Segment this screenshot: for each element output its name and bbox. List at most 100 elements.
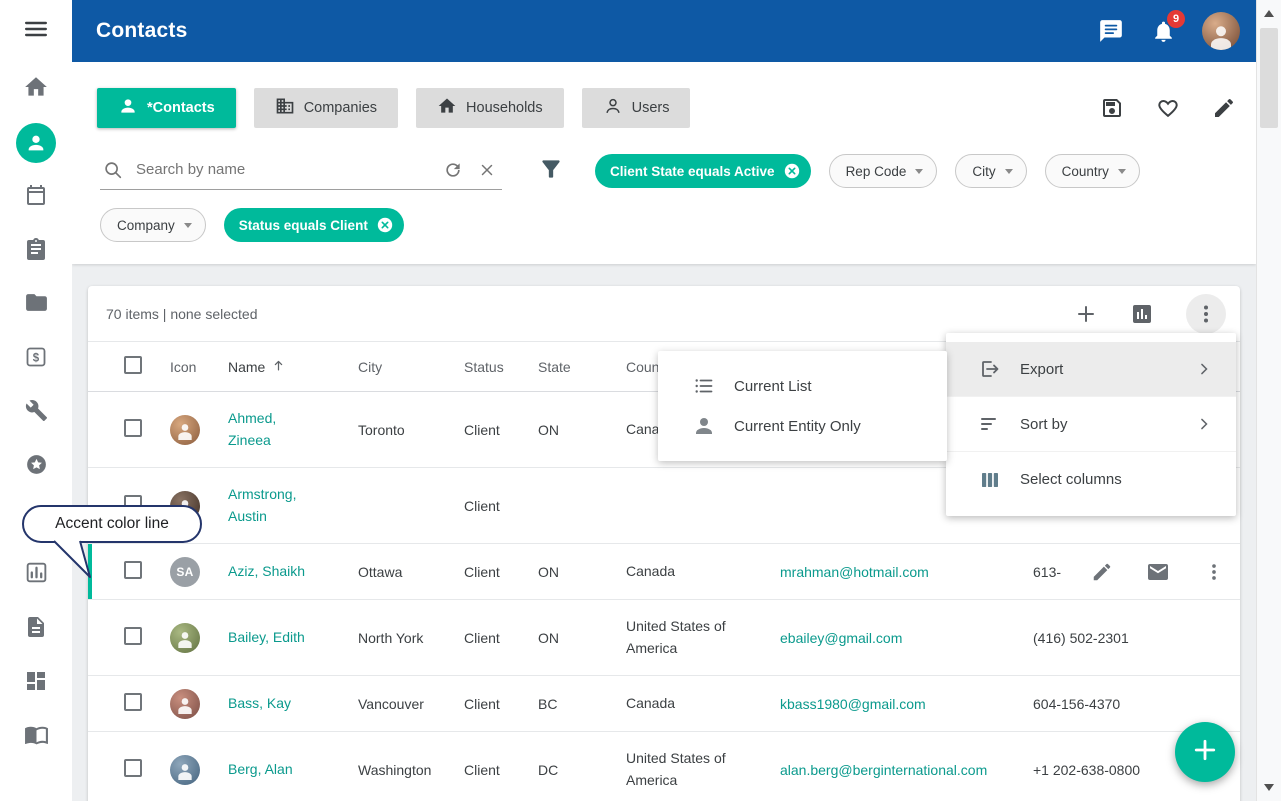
- filter-chip-country[interactable]: Country: [1045, 154, 1140, 188]
- chart-icon[interactable]: [1130, 302, 1154, 326]
- add-column-plus-icon[interactable]: [1074, 302, 1098, 326]
- row-checkbox[interactable]: [124, 627, 142, 645]
- building-icon: [275, 96, 295, 120]
- row-checkbox[interactable]: [124, 561, 142, 579]
- sort-icon: [978, 412, 1002, 436]
- scroll-up-arrow[interactable]: [1264, 10, 1274, 17]
- filter-panel: *Contacts Companies Households Users: [72, 62, 1256, 264]
- menu-toggle-button[interactable]: [0, 0, 72, 62]
- star-badge-icon: [24, 452, 49, 482]
- filter-chip-client-state[interactable]: Client State equals Active: [595, 154, 811, 188]
- notifications-bell-icon[interactable]: 9: [1150, 18, 1176, 44]
- contact-name-link[interactable]: Ahmed, Zineea: [228, 408, 320, 451]
- sidebar-item-tools[interactable]: [0, 386, 72, 440]
- tab-companies[interactable]: Companies: [254, 88, 398, 128]
- sort-ascending-icon: [271, 358, 286, 376]
- envelope-icon[interactable]: [1146, 560, 1170, 584]
- list-icon: [692, 374, 716, 398]
- tab-users[interactable]: Users: [582, 88, 691, 128]
- submenu-item-current-entity-only[interactable]: Current Entity Only: [658, 406, 947, 446]
- contact-email-link[interactable]: alan.berg@berginternational.com: [780, 762, 987, 778]
- sidebar-item-dashboard[interactable]: [0, 656, 72, 710]
- column-header-status[interactable]: Status: [450, 359, 524, 375]
- menu-item-export[interactable]: Export: [946, 342, 1236, 397]
- select-all-checkbox[interactable]: [124, 356, 142, 374]
- sidebar-item-achievements[interactable]: [0, 440, 72, 494]
- sidebar-item-billing[interactable]: $: [0, 332, 72, 386]
- sidebar-item-tasks[interactable]: [0, 224, 72, 278]
- submenu-item-label: Current Entity Only: [734, 418, 861, 435]
- edit-pencil-icon[interactable]: [1090, 560, 1114, 584]
- column-header-icon[interactable]: Icon: [158, 359, 214, 375]
- chevron-down-icon: [1118, 169, 1126, 174]
- more-options-button[interactable]: [1186, 294, 1226, 334]
- sidebar-item-contacts[interactable]: [0, 116, 72, 170]
- vertical-dots-icon[interactable]: [1202, 560, 1226, 584]
- contact-name-link[interactable]: Bailey, Edith: [228, 627, 305, 649]
- chip-label: City: [972, 164, 995, 179]
- cell-status: Client: [450, 630, 524, 646]
- screen: $ Contacts 9: [0, 0, 1281, 801]
- remove-filter-icon[interactable]: [376, 216, 394, 234]
- list-header-actions: [1074, 294, 1226, 334]
- menu-item-sort-by[interactable]: Sort by: [946, 397, 1236, 452]
- submenu-item-current-list[interactable]: Current List: [658, 366, 947, 406]
- column-header-name[interactable]: Name: [214, 358, 344, 376]
- row-checkbox[interactable]: [124, 759, 142, 777]
- list-summary: 70 items | none selected: [106, 306, 258, 322]
- sidebar-item-files[interactable]: [0, 278, 72, 332]
- sidebar-item-address-book[interactable]: [0, 710, 72, 764]
- filter-chip-company[interactable]: Company: [100, 208, 206, 242]
- contact-email-link[interactable]: mrahman@hotmail.com: [780, 564, 929, 580]
- user-avatar[interactable]: [1202, 12, 1240, 50]
- table-row[interactable]: Bailey, Edith North York Client ON Unite…: [88, 600, 1240, 676]
- close-icon[interactable]: [476, 159, 498, 181]
- chat-icon[interactable]: [1098, 18, 1124, 44]
- chip-label: Country: [1062, 164, 1109, 179]
- scrollbar-thumb[interactable]: [1260, 28, 1278, 128]
- menu-item-select-columns[interactable]: Select columns: [946, 452, 1236, 507]
- table-row-accented[interactable]: SA Aziz, Shaikh Ottawa Client ON Canada …: [88, 544, 1240, 600]
- contact-name-link[interactable]: Aziz, Shaikh: [228, 561, 305, 583]
- contact-email-link[interactable]: kbass1980@gmail.com: [780, 696, 926, 712]
- sidebar: $: [0, 0, 72, 801]
- contact-avatar: [170, 689, 200, 719]
- vertical-scrollbar[interactable]: [1256, 0, 1281, 801]
- pencil-icon[interactable]: [1212, 96, 1236, 120]
- contact-name-link[interactable]: Armstrong, Austin: [228, 484, 320, 527]
- cell-state: ON: [524, 630, 612, 646]
- heart-icon[interactable]: [1156, 96, 1180, 120]
- filter-chip-city[interactable]: City: [955, 154, 1026, 188]
- contact-avatar: [170, 755, 200, 785]
- remove-filter-icon[interactable]: [783, 162, 801, 180]
- user-outline-icon: [603, 96, 623, 120]
- filter-chip-status[interactable]: Status equals Client: [224, 208, 404, 242]
- search-input[interactable]: [136, 161, 430, 178]
- refresh-icon[interactable]: [442, 159, 464, 181]
- filter-chips-row-2: Company Status equals Client: [100, 208, 404, 242]
- row-checkbox[interactable]: [124, 419, 142, 437]
- tab-contacts[interactable]: *Contacts: [97, 88, 236, 128]
- tab-households[interactable]: Households: [416, 88, 564, 128]
- dollar-icon: $: [24, 345, 48, 374]
- contact-name-link[interactable]: Berg, Alan: [228, 759, 293, 781]
- column-header-city[interactable]: City: [344, 359, 450, 375]
- row-checkbox[interactable]: [124, 693, 142, 711]
- add-contact-fab[interactable]: [1175, 722, 1235, 782]
- save-icon[interactable]: [1100, 96, 1124, 120]
- tab-label: Users: [632, 100, 670, 116]
- contact-email-link[interactable]: ebailey@gmail.com: [780, 630, 902, 646]
- sidebar-item-home[interactable]: [0, 62, 72, 116]
- funnel-filter-icon[interactable]: [538, 156, 564, 182]
- filter-chip-rep-code[interactable]: Rep Code: [829, 154, 938, 188]
- contact-name-link[interactable]: Bass, Kay: [228, 693, 291, 715]
- table-row[interactable]: Berg, Alan Washington Client DC United S…: [88, 732, 1240, 801]
- sidebar-item-documents[interactable]: [0, 602, 72, 656]
- sidebar-item-calendar[interactable]: [0, 170, 72, 224]
- more-options-menu: Export Sort by Select columns: [946, 333, 1236, 516]
- table-row[interactable]: Bass, Kay Vancouver Client BC Canada kba…: [88, 676, 1240, 732]
- column-header-state[interactable]: State: [524, 359, 612, 375]
- scroll-down-arrow[interactable]: [1264, 784, 1274, 791]
- menu-item-label: Sort by: [1020, 416, 1068, 433]
- person-icon: [16, 123, 56, 163]
